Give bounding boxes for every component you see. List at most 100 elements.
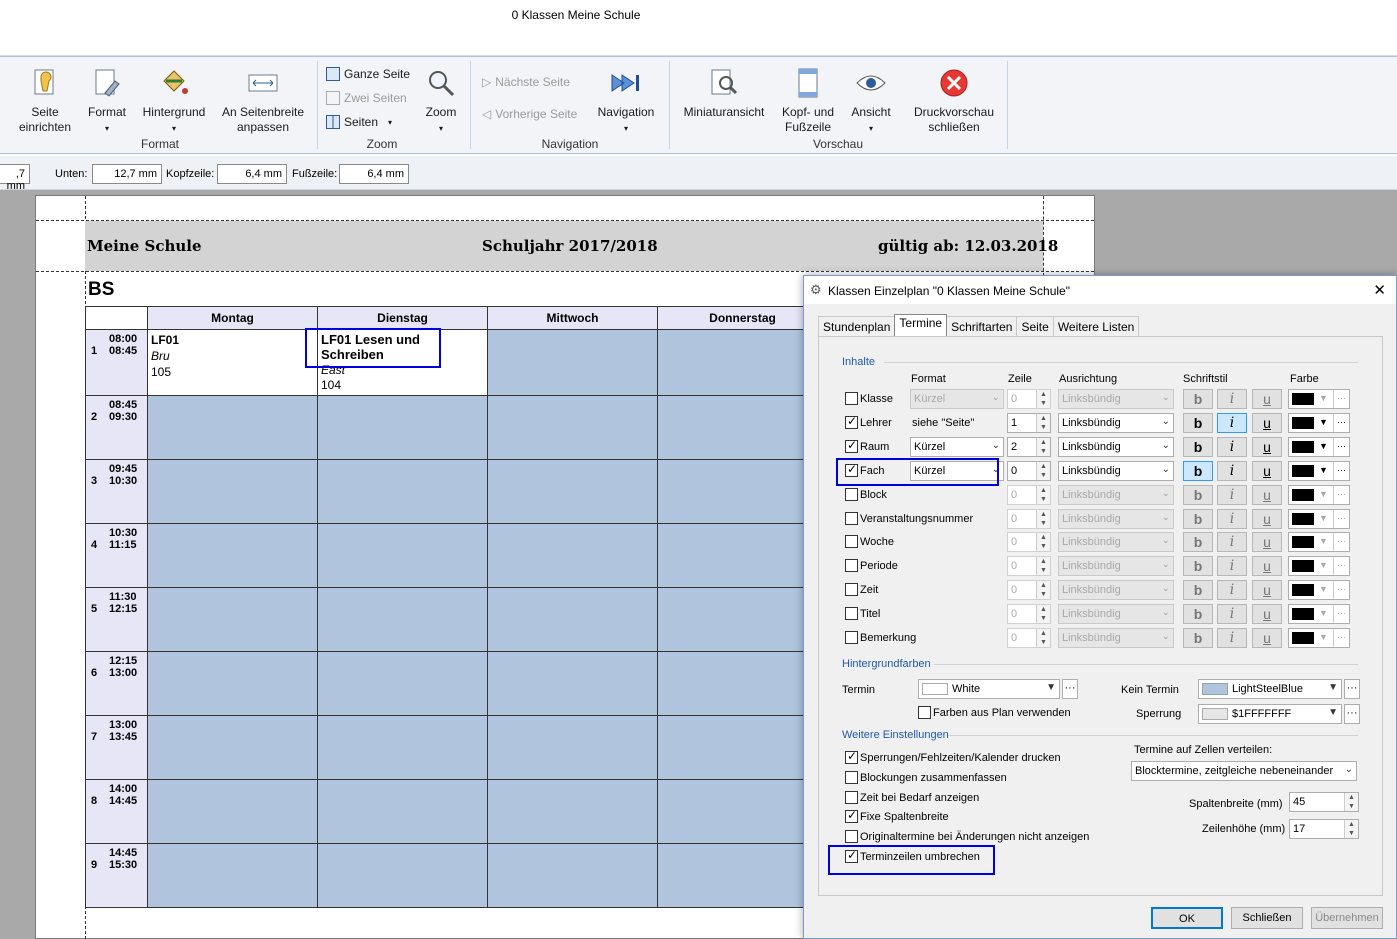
underline-button[interactable]: u (1252, 628, 1282, 648)
underline-button[interactable]: u (1252, 461, 1282, 481)
bold-button[interactable]: b (1183, 461, 1213, 481)
tab-stundenplan[interactable]: Stundenplan (818, 316, 896, 336)
row-checkbox[interactable] (845, 488, 858, 501)
kein-termin-color-select[interactable]: LightSteelBlue ▼ (1198, 679, 1342, 699)
row-zeile-input[interactable]: 0 ▲ ▼ (1007, 461, 1051, 481)
termin-color-select[interactable]: White ▼ (918, 679, 1060, 699)
underline-button[interactable]: u (1252, 580, 1282, 600)
schliessen-button[interactable]: Schließen (1231, 907, 1303, 929)
row-zeile-input[interactable]: 0 ▲ ▼ (1007, 604, 1051, 624)
row-align-select[interactable]: Linksbündig ⌄ (1058, 413, 1174, 433)
row-zeile-input[interactable]: 0 ▲ ▼ (1007, 509, 1051, 529)
navigation-button[interactable]: Navigation ▾ (592, 67, 660, 136)
row-color-select[interactable]: ▼ ··· (1288, 437, 1350, 457)
italic-button[interactable]: i (1217, 485, 1247, 505)
row-color-select[interactable]: ▼ ··· (1288, 509, 1350, 529)
ansicht-button[interactable]: Ansicht ▾ (846, 67, 896, 136)
row-color-select[interactable]: ▼ ··· (1288, 389, 1350, 409)
verteilen-select[interactable]: Blocktermine, zeitgleiche nebeneinander ⌄ (1131, 761, 1357, 781)
row-color-more-button[interactable]: ··· (1333, 557, 1349, 575)
termin-color-more-button[interactable]: ··· (1062, 679, 1078, 699)
row-checkbox[interactable] (845, 607, 858, 620)
option-checkbox[interactable] (845, 791, 858, 804)
bold-button[interactable]: b (1183, 604, 1213, 624)
format-button[interactable]: Format ▾ (82, 67, 132, 136)
italic-button[interactable]: i (1217, 580, 1247, 600)
left-margin-field[interactable]: ,7 mm (0, 164, 30, 192)
row-checkbox[interactable] (845, 583, 858, 596)
row-align-select[interactable]: Linksbündig ⌄ (1058, 509, 1174, 529)
italic-button[interactable]: i (1217, 389, 1247, 409)
miniaturansicht-button[interactable]: Miniaturansicht (680, 67, 768, 120)
ganze-seite-button[interactable]: Ganze Seite (326, 67, 410, 81)
hintergrund-button[interactable]: Hintergrund ▾ (138, 67, 210, 136)
row-checkbox[interactable] (845, 631, 858, 644)
fusszeile-field[interactable]: 6,4 mm (339, 164, 409, 184)
seitenbreite-button[interactable]: An Seitenbreite anpassen (218, 67, 308, 135)
row-color-more-button[interactable]: ··· (1333, 438, 1349, 456)
row-checkbox[interactable] (845, 414, 858, 429)
option-checkbox[interactable] (845, 830, 858, 843)
ok-button[interactable]: OK (1151, 907, 1223, 929)
underline-button[interactable]: u (1252, 413, 1282, 433)
row-color-select[interactable]: ▼ ··· (1288, 532, 1350, 552)
italic-button[interactable]: i (1217, 437, 1247, 457)
zeilenhoehe-input[interactable]: 17 ▲ ▼ (1289, 819, 1359, 839)
kopfzeile-field[interactable]: 6,4 mm (217, 164, 287, 184)
row-color-select[interactable]: ▼ ··· (1288, 604, 1350, 624)
farben-aus-plan-checkbox[interactable] (918, 706, 931, 719)
zwei-seiten-button[interactable]: Zwei Seiten (326, 91, 407, 105)
row-align-select[interactable]: Linksbündig ⌄ (1058, 437, 1174, 457)
row-color-select[interactable]: ▼ ··· (1288, 461, 1350, 481)
tab-seite[interactable]: Seite (1016, 316, 1054, 336)
unten-field[interactable]: 12,7 mm (92, 164, 162, 184)
row-zeile-input[interactable]: 0 ▲ ▼ (1007, 389, 1051, 409)
row-color-select[interactable]: ▼ ··· (1288, 628, 1350, 648)
underline-button[interactable]: u (1252, 604, 1282, 624)
kein-termin-more-button[interactable]: ··· (1344, 679, 1360, 699)
row-checkbox[interactable] (845, 392, 858, 405)
bold-button[interactable]: b (1183, 580, 1213, 600)
underline-button[interactable]: u (1252, 437, 1282, 457)
spaltenbreite-input[interactable]: 45 ▲ ▼ (1289, 792, 1359, 812)
italic-button[interactable]: i (1217, 604, 1247, 624)
bold-button[interactable]: b (1183, 628, 1213, 648)
row-color-more-button[interactable]: ··· (1333, 629, 1349, 647)
underline-button[interactable]: u (1252, 556, 1282, 576)
row-color-select[interactable]: ▼ ··· (1288, 413, 1350, 433)
row-color-select[interactable]: ▼ ··· (1288, 580, 1350, 600)
row-color-more-button[interactable]: ··· (1333, 510, 1349, 528)
row-color-more-button[interactable]: ··· (1333, 390, 1349, 408)
tab-termine[interactable]: Termine (894, 314, 948, 336)
option-checkbox[interactable] (845, 771, 858, 784)
bold-button[interactable]: b (1183, 509, 1213, 529)
row-zeile-input[interactable]: 0 ▲ ▼ (1007, 532, 1051, 552)
naechste-seite-button[interactable]: ▷ Nächste Seite (482, 75, 570, 89)
row-checkbox[interactable] (845, 512, 858, 525)
row-align-select[interactable]: Linksbündig ⌄ (1058, 461, 1174, 481)
row-checkbox[interactable] (845, 438, 858, 453)
row-format-select[interactable]: Kürzel ⌄ (910, 389, 1004, 409)
row-zeile-input[interactable]: 0 ▲ ▼ (1007, 580, 1051, 600)
sperrung-color-select[interactable]: $1FFFFFFF ▼ (1198, 704, 1342, 724)
row-zeile-input[interactable]: 2 ▲ ▼ (1007, 437, 1051, 457)
row-checkbox[interactable] (845, 535, 858, 548)
italic-button[interactable]: i (1217, 628, 1247, 648)
row-align-select[interactable]: Linksbündig ⌄ (1058, 628, 1174, 648)
row-align-select[interactable]: Linksbündig ⌄ (1058, 604, 1174, 624)
close-icon[interactable]: ✕ (1373, 281, 1386, 299)
row-zeile-input[interactable]: 0 ▲ ▼ (1007, 485, 1051, 505)
bold-button[interactable]: b (1183, 437, 1213, 457)
italic-button[interactable]: i (1217, 556, 1247, 576)
underline-button[interactable]: u (1252, 389, 1282, 409)
row-zeile-input[interactable]: 0 ▲ ▼ (1007, 556, 1051, 576)
row-color-more-button[interactable]: ··· (1333, 486, 1349, 504)
druckvorschau-schliessen-button[interactable]: Druckvorschau schließen (908, 67, 1000, 135)
row-format-select[interactable]: Kürzel ⌄ (910, 437, 1004, 457)
bold-button[interactable]: b (1183, 556, 1213, 576)
vorherige-seite-button[interactable]: ◁ Vorherige Seite (482, 107, 577, 121)
option-checkbox[interactable] (845, 808, 858, 823)
italic-button[interactable]: i (1217, 532, 1247, 552)
zoom-button[interactable]: Zoom ▾ (418, 67, 464, 136)
row-color-more-button[interactable]: ··· (1333, 414, 1349, 432)
